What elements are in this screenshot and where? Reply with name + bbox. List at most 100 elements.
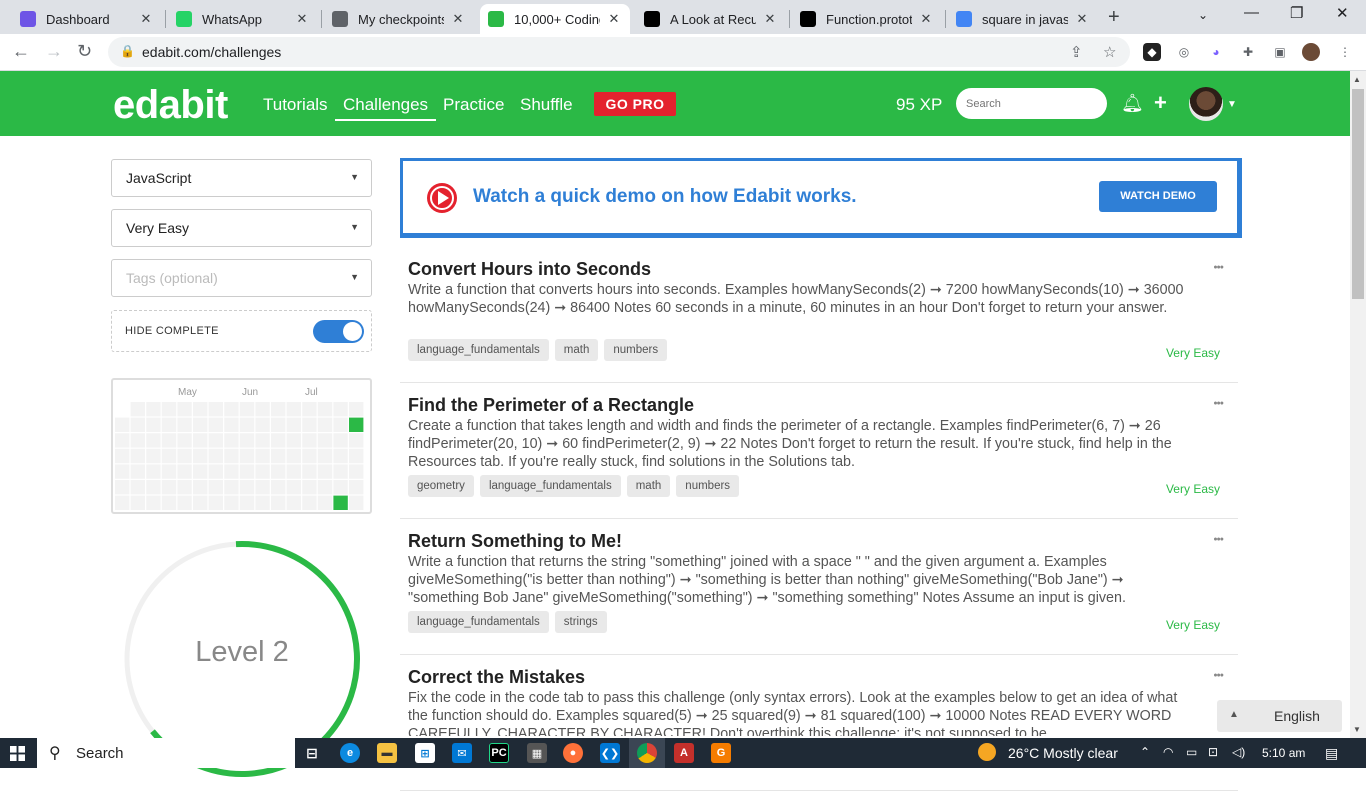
store-icon[interactable]: ⊞ (415, 743, 435, 763)
tray-chevron-icon[interactable]: ⌃ (1140, 745, 1150, 759)
close-tab-icon[interactable]: ✕ (450, 11, 466, 27)
language-picker[interactable]: ▲ English (1217, 700, 1342, 732)
challenge-card[interactable]: Find the Perimeter of a Rectangle Create … (400, 383, 1238, 519)
url-text[interactable]: edabit.com/challenges (142, 44, 281, 60)
wifi-icon[interactable]: ◠ (1163, 745, 1173, 759)
tag-chip[interactable]: numbers (676, 475, 740, 497)
extension-icon-3[interactable]: ◕ (1207, 43, 1225, 61)
browser-menu-icon[interactable]: ⋮ (1336, 43, 1354, 61)
network-icon[interactable]: ⊡ (1208, 745, 1218, 759)
browser-tab[interactable]: Function.prototype ✕ (792, 4, 942, 34)
weather-text[interactable]: 26°C Mostly clear (1008, 745, 1118, 761)
mail-icon[interactable]: ✉ (452, 743, 472, 763)
watch-demo-button[interactable]: WATCH DEMO (1099, 181, 1217, 212)
scroll-up-arrow[interactable]: ▲ (1353, 75, 1361, 84)
notification-icon[interactable]: ▤ (1325, 745, 1338, 762)
nav-tutorials[interactable]: Tutorials (263, 95, 328, 115)
tag-chip[interactable]: numbers (604, 339, 668, 361)
browser-tab[interactable]: Dashboard ✕ (12, 4, 162, 34)
edabit-logo[interactable]: edabit (113, 83, 228, 128)
tag-chip[interactable]: language_fundamentals (408, 339, 549, 361)
tab-search-icon[interactable]: ⌄ (1198, 8, 1208, 22)
back-icon[interactable]: ← (12, 41, 30, 62)
chevron-down-icon[interactable]: ▼ (1227, 99, 1237, 110)
tag-chip[interactable]: strings (554, 611, 607, 633)
reload-icon[interactable]: ↻ (77, 41, 92, 62)
hide-complete-toggle[interactable] (313, 320, 364, 343)
play-icon[interactable] (427, 183, 457, 213)
close-window-button[interactable]: ✕ (1336, 4, 1349, 22)
browser-tab[interactable]: My checkpoints ✕ (324, 4, 474, 34)
acrobat-icon[interactable]: A (674, 743, 694, 763)
tag-chip[interactable]: language_fundamentals (408, 611, 549, 633)
challenge-card[interactable]: Convert Hours into Seconds Write a functi… (400, 247, 1238, 383)
tag-chip[interactable]: math (626, 475, 671, 497)
challenge-title[interactable]: Correct the Mistakes (408, 667, 585, 688)
taskbar-search[interactable]: ⚲ Search (37, 738, 295, 768)
side-panel-icon[interactable]: ▣ (1271, 43, 1289, 61)
address-bar[interactable]: 🔒 edabit.com/challenges ⇪ ☆ (108, 37, 1130, 67)
nav-challenges[interactable]: Challenges (335, 95, 437, 121)
nav-shuffle[interactable]: Shuffle (520, 95, 573, 115)
app-icon[interactable]: G (711, 743, 731, 763)
challenge-card[interactable]: Return Something to Me! Write a function … (400, 519, 1238, 655)
maximize-button[interactable]: ❐ (1290, 4, 1303, 22)
more-options-icon[interactable]: ●●● (1213, 536, 1224, 543)
close-tab-icon[interactable]: ✕ (138, 11, 154, 27)
minimize-button[interactable]: — (1244, 4, 1259, 21)
close-tab-icon[interactable]: ✕ (1074, 11, 1090, 27)
firefox-icon[interactable]: ● (563, 743, 583, 763)
page-scrollbar[interactable]: ▲ ▼ (1350, 71, 1366, 738)
nav-practice[interactable]: Practice (443, 95, 504, 115)
heatmap-cell (208, 480, 223, 495)
site-search-input[interactable] (956, 88, 1107, 119)
browser-tab[interactable]: WhatsApp ✕ (168, 4, 318, 34)
chrome-icon[interactable] (637, 743, 657, 763)
challenge-title[interactable]: Convert Hours into Seconds (408, 259, 651, 280)
user-avatar[interactable] (1189, 87, 1223, 121)
extensions-puzzle-icon[interactable]: ✚ (1239, 43, 1257, 61)
more-options-icon[interactable]: ●●● (1213, 264, 1224, 271)
file-explorer-icon[interactable]: ▬ (377, 743, 397, 763)
language-select[interactable]: JavaScript ▼ (111, 159, 372, 197)
forward-icon[interactable]: → (45, 41, 63, 62)
browser-tab[interactable]: 10,000+ Coding Practice ✕ (480, 4, 630, 34)
close-tab-icon[interactable]: ✕ (918, 11, 934, 27)
bookmark-star-icon[interactable]: ☆ (1103, 43, 1116, 61)
plus-icon[interactable]: + (1154, 90, 1167, 116)
browser-tab[interactable]: A Look at Recursion ✕ (636, 4, 786, 34)
pycharm-icon[interactable]: PC (489, 743, 509, 763)
scroll-down-arrow[interactable]: ▼ (1353, 725, 1361, 734)
profile-avatar-icon[interactable] (1302, 43, 1320, 61)
task-view-icon[interactable]: ⊟ (302, 743, 322, 763)
difficulty-select[interactable]: Very Easy ▼ (111, 209, 372, 247)
challenge-card[interactable]: Correct the Mistakes Fix the code in the … (400, 655, 1238, 791)
share-icon[interactable]: ⇪ (1070, 43, 1083, 61)
browser-tab[interactable]: square in javascript ✕ (948, 4, 1098, 34)
calculator-icon[interactable]: ▦ (527, 743, 547, 763)
close-tab-icon[interactable]: ✕ (294, 11, 310, 27)
bell-icon[interactable]: 🔔︎ (1121, 93, 1144, 114)
tags-select[interactable]: Tags (optional) ▼ (111, 259, 372, 297)
close-tab-icon[interactable]: ✕ (606, 11, 622, 27)
battery-icon[interactable]: ▭ (1186, 745, 1197, 759)
activity-heatmap: May Jun Jul (111, 378, 372, 514)
extension-icon-1[interactable]: ◆ (1143, 43, 1161, 61)
tag-chip[interactable]: math (554, 339, 599, 361)
extension-icon-2[interactable]: ◎ (1175, 43, 1193, 61)
scrollbar-thumb[interactable] (1352, 89, 1364, 299)
go-pro-button[interactable]: GO PRO (594, 92, 676, 116)
tag-chip[interactable]: geometry (408, 475, 474, 497)
edge-icon[interactable]: e (340, 743, 360, 763)
tag-chip[interactable]: language_fundamentals (479, 475, 621, 497)
new-tab-button[interactable]: + (1108, 6, 1120, 29)
more-options-icon[interactable]: ●●● (1213, 400, 1224, 407)
close-tab-icon[interactable]: ✕ (762, 11, 778, 27)
volume-icon[interactable]: ◁) (1232, 745, 1245, 759)
windows-start-icon[interactable] (10, 746, 25, 761)
clock[interactable]: 5:10 am (1262, 746, 1305, 760)
challenge-title[interactable]: Return Something to Me! (408, 531, 622, 552)
vscode-icon[interactable]: ❮❯ (600, 743, 620, 763)
more-options-icon[interactable]: ●●● (1213, 672, 1224, 679)
challenge-title[interactable]: Find the Perimeter of a Rectangle (408, 395, 694, 416)
